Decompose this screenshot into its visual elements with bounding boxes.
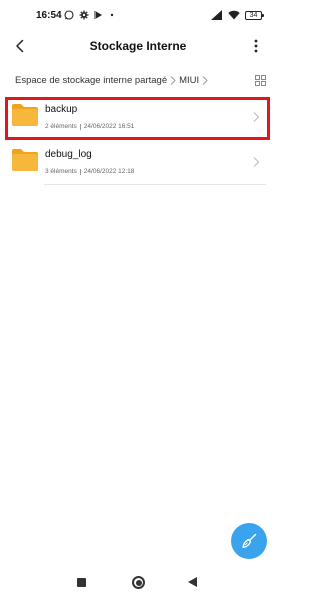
grid-view-icon	[254, 74, 266, 86]
settings-icon	[79, 10, 89, 20]
breadcrumb-item-shared-storage[interactable]: Espace de stockage interne partagé	[15, 75, 167, 86]
chevron-right-icon	[200, 75, 210, 85]
cleaner-fab-button[interactable]	[231, 523, 267, 559]
home-icon[interactable]	[132, 576, 145, 589]
file-name: debug_log	[45, 149, 92, 160]
dot-icon	[110, 13, 114, 17]
status-left-icons	[64, 9, 115, 21]
file-date: 24/06/2022 12:18	[83, 168, 135, 175]
battery-icon: 34	[245, 10, 264, 20]
highlight-frame	[5, 97, 270, 140]
app-header: Stockage Interne	[0, 30, 276, 62]
breadcrumb: Espace de stockage interne partagé MIUI	[15, 72, 211, 88]
cleaner-brush-icon	[242, 533, 257, 549]
more-vert-icon	[254, 39, 258, 53]
file-count: 3 éléments	[45, 168, 77, 175]
media-icon	[94, 11, 102, 19]
page-title: Stockage Interne	[89, 39, 187, 53]
wifi-icon	[228, 10, 240, 20]
more-options-button[interactable]	[246, 36, 266, 56]
folder-icon	[12, 149, 38, 171]
system-nav-bar	[0, 568, 276, 600]
chevron-right-icon	[253, 157, 260, 167]
recents-icon[interactable]	[77, 578, 86, 587]
divider	[44, 184, 266, 185]
grid-view-button[interactable]	[253, 73, 267, 87]
file-meta: 3 éléments 24/06/2022 12:18	[45, 168, 134, 175]
meta-separator	[79, 168, 81, 175]
whatsapp-icon	[64, 10, 74, 20]
status-right-icons: 34	[211, 8, 264, 22]
status-time: 16:54	[36, 10, 62, 21]
signal-icon	[211, 10, 222, 20]
back-icon[interactable]	[188, 577, 197, 587]
status-bar: 16:54 34	[0, 0, 276, 30]
list-item-debug-log[interactable]: debug_log 3 éléments 24/06/2022 12:18	[0, 141, 276, 185]
chevron-right-icon	[168, 75, 178, 85]
breadcrumb-item-miui[interactable]: MIUI	[179, 75, 199, 86]
